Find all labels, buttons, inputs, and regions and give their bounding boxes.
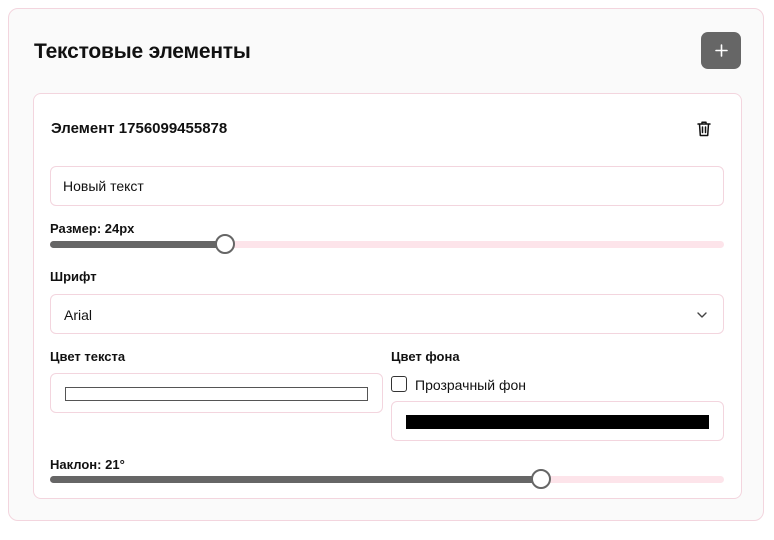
- text-color-picker[interactable]: [50, 373, 383, 413]
- trash-icon: [697, 120, 711, 136]
- font-label: Шрифт: [50, 269, 97, 284]
- element-name: Элемент 1756099455878: [51, 120, 228, 137]
- element-card: Элемент 1756099455878 Размер: 24px Шрифт…: [33, 93, 742, 499]
- size-slider[interactable]: [50, 234, 724, 254]
- size-slider-fill: [50, 241, 224, 248]
- add-element-button[interactable]: [701, 32, 741, 69]
- plus-icon: [714, 44, 728, 57]
- text-elements-panel: Текстовые элементы Элемент 1756099455878…: [8, 8, 764, 521]
- panel-title: Текстовые элементы: [34, 40, 251, 63]
- element-text-input[interactable]: [50, 166, 724, 206]
- skew-slider-thumb[interactable]: [530, 469, 551, 489]
- font-select-value: Arial: [64, 307, 93, 323]
- skew-slider[interactable]: [50, 469, 724, 489]
- bg-color-label: Цвет фона: [391, 349, 460, 364]
- delete-element-button[interactable]: [694, 118, 714, 138]
- text-color-label: Цвет текста: [50, 349, 126, 364]
- bg-color-swatch: [406, 415, 709, 429]
- skew-slider-fill: [50, 476, 540, 483]
- text-color-swatch: [65, 387, 368, 401]
- transparent-bg-checkbox[interactable]: [391, 376, 407, 392]
- font-select[interactable]: Arial: [50, 294, 724, 334]
- size-slider-thumb[interactable]: [214, 234, 235, 254]
- bg-color-picker[interactable]: [391, 401, 724, 441]
- transparent-bg-label: Прозрачный фон: [415, 377, 526, 393]
- chevron-down-icon: [697, 312, 707, 318]
